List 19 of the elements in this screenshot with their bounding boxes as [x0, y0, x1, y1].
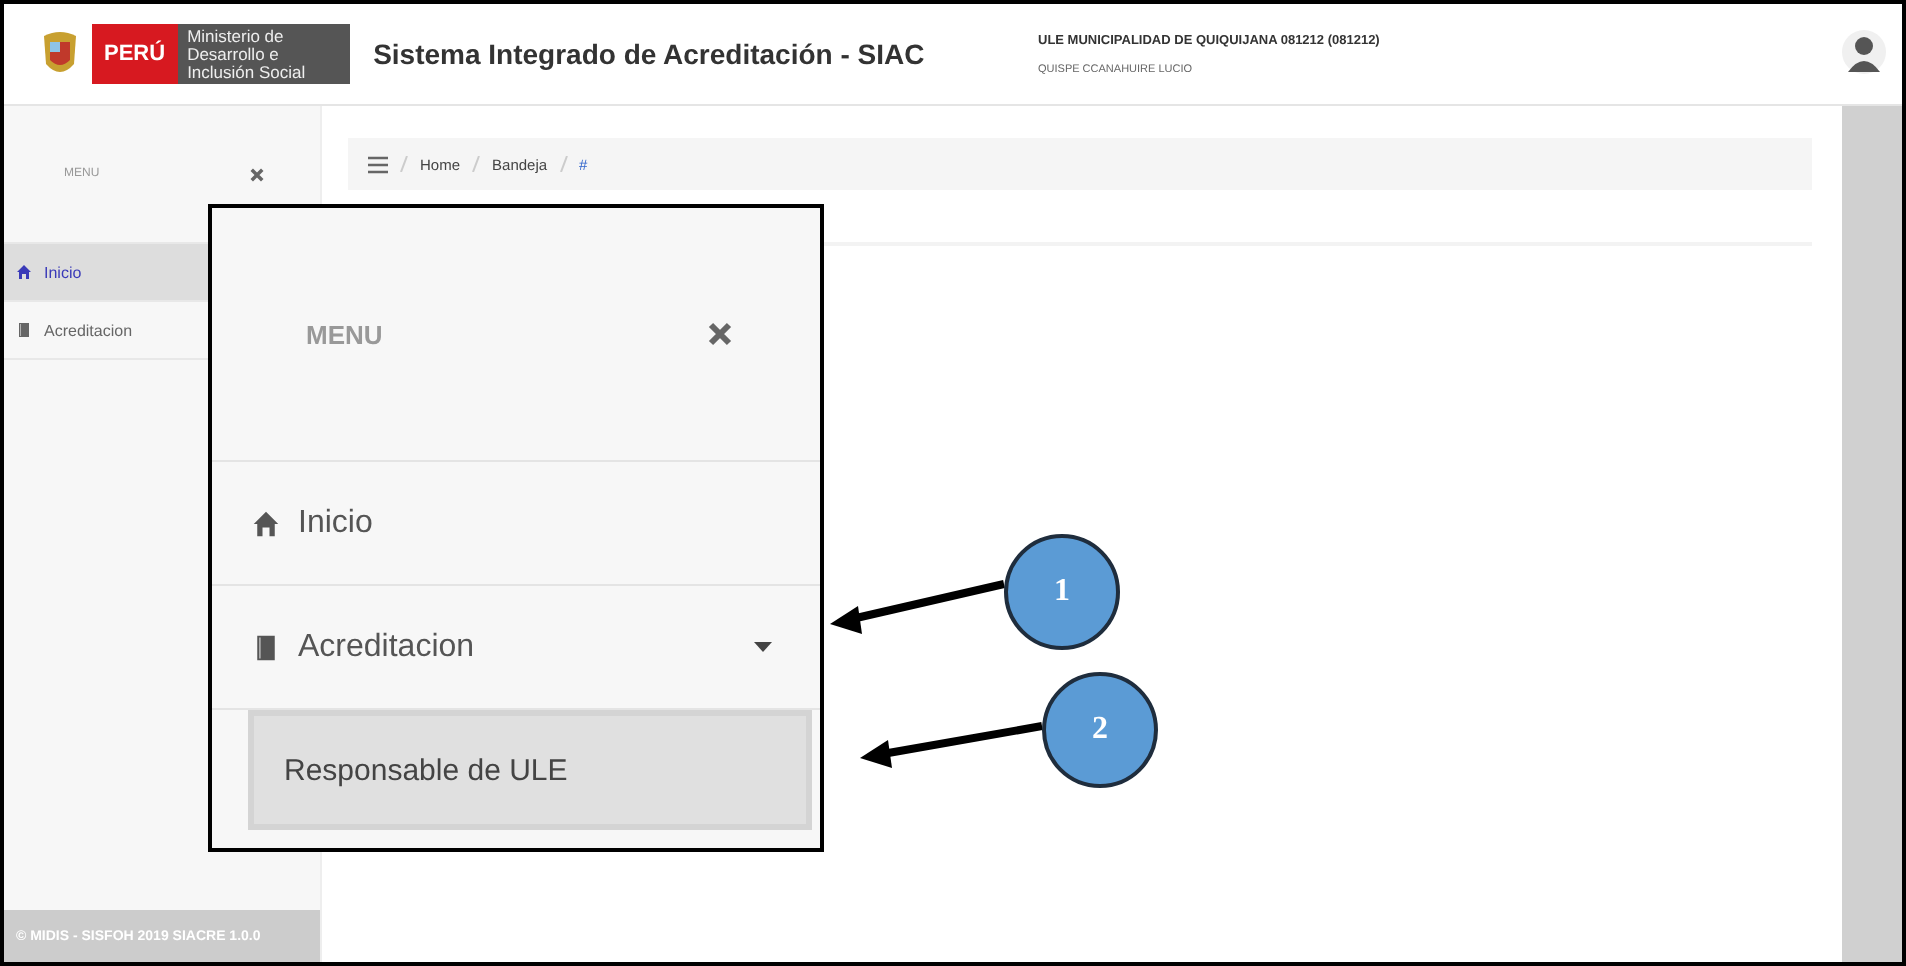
submenu-item[interactable]: Responsable de ULE	[248, 710, 812, 830]
breadcrumb-separator-icon	[400, 156, 408, 172]
close-icon[interactable]	[250, 167, 264, 181]
home-icon	[16, 264, 32, 280]
sidebar-item[interactable]: Acreditacion	[16, 321, 133, 339]
menu-item[interactable]: Inicio	[212, 462, 820, 586]
menu-label: MENU	[306, 319, 383, 349]
scrollbar-track[interactable]	[1842, 106, 1902, 962]
app-title: Sistema Integrado de Acreditación - SIAC	[373, 38, 925, 70]
peru-logo: PERÚ	[92, 24, 178, 84]
book-icon	[16, 322, 32, 338]
breadcrumb-separator-icon	[472, 156, 481, 172]
menu-icon[interactable]	[368, 155, 388, 173]
ministry-logo: Ministerio de Desarrollo e Inclusión Social	[177, 24, 350, 84]
book-icon	[252, 633, 280, 661]
breadcrumb-separator-icon	[559, 156, 568, 172]
home-icon	[252, 509, 280, 537]
user-avatar-icon[interactable]	[1842, 30, 1886, 78]
close-icon[interactable]	[708, 322, 732, 346]
